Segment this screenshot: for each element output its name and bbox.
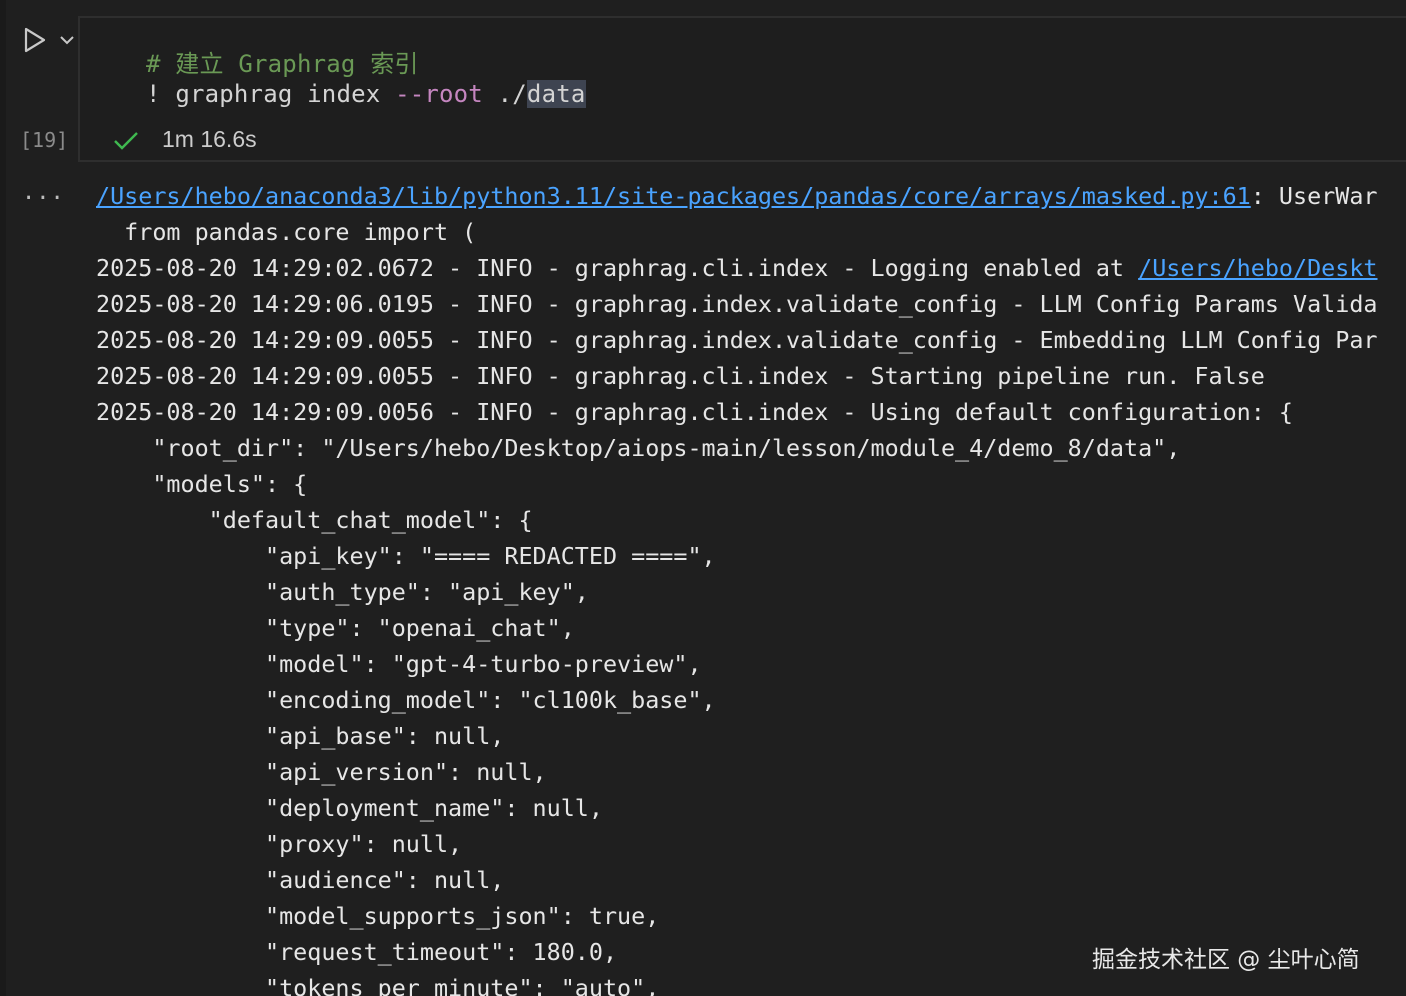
output-line: "encoding_model": "cl100k_base", bbox=[96, 686, 716, 714]
cell-output: /Users/hebo/anaconda3/lib/python3.11/sit… bbox=[96, 182, 1406, 996]
command-flag: --root bbox=[395, 80, 483, 108]
code-line-comment: # 建立 Graphrag 索引 bbox=[146, 44, 419, 79]
chevron-down-icon bbox=[60, 36, 74, 45]
code-line-command: ! graphrag index --root ./data bbox=[146, 80, 586, 108]
output-line: "default_chat_model": { bbox=[96, 506, 533, 534]
output-line: "model_supports_json": true, bbox=[96, 902, 660, 930]
output-line: 2025-08-20 14:29:09.0055 - INFO - graphr… bbox=[96, 362, 1265, 390]
output-line: 2025-08-20 14:29:09.0055 - INFO - graphr… bbox=[96, 326, 1378, 354]
output-line-warning: /Users/hebo/anaconda3/lib/python3.11/sit… bbox=[96, 182, 1378, 210]
output-line: "api_key": "==== REDACTED ====", bbox=[96, 542, 716, 570]
output-line: "type": "openai_chat", bbox=[96, 614, 575, 642]
output-more-actions-button[interactable]: ··· bbox=[22, 186, 65, 211]
code-editor[interactable]: # 建立 Graphrag 索引 ! graphrag index --root… bbox=[78, 16, 1406, 162]
watermark: 掘金技术社区 @ 尘叶心简 bbox=[1092, 947, 1360, 973]
output-line: "model": "gpt-4-turbo-preview", bbox=[96, 650, 702, 678]
code-comment: # 建立 Graphrag 索引 bbox=[146, 50, 419, 78]
execution-count: [19] bbox=[20, 128, 69, 152]
warning-text: : UserWar bbox=[1250, 182, 1378, 210]
selected-text: data bbox=[526, 80, 586, 108]
output-line: "auth_type": "api_key", bbox=[96, 578, 589, 606]
output-line-text: 2025-08-20 14:29:02.0672 - INFO - graphr… bbox=[96, 254, 1139, 282]
output-line: "proxy": null, bbox=[96, 830, 463, 858]
output-line: from pandas.core import ( bbox=[96, 218, 477, 246]
check-icon bbox=[112, 128, 140, 154]
play-icon bbox=[24, 27, 46, 53]
run-cell-button[interactable] bbox=[22, 26, 48, 54]
output-line: "request_timeout": 180.0, bbox=[96, 938, 618, 966]
output-line: "tokens_per_minute": "auto", bbox=[96, 974, 660, 996]
output-line: "models": { bbox=[96, 470, 308, 498]
run-options-button[interactable] bbox=[58, 32, 76, 46]
output-line-logging: 2025-08-20 14:29:02.0672 - INFO - graphr… bbox=[96, 254, 1378, 282]
output-line: "audience": null, bbox=[96, 866, 505, 894]
output-line: "api_version": null, bbox=[96, 758, 547, 786]
shell-bang: ! bbox=[146, 80, 176, 108]
output-line: "api_base": null, bbox=[96, 722, 505, 750]
command-arg-prefix: ./ bbox=[482, 80, 527, 108]
output-line: "deployment_name": null, bbox=[96, 794, 603, 822]
shell-command: graphrag index bbox=[175, 80, 396, 108]
output-line: 2025-08-20 14:29:06.0195 - INFO - graphr… bbox=[96, 290, 1378, 318]
output-line: "root_dir": "/Users/hebo/Desktop/aiops-m… bbox=[96, 434, 1181, 462]
warning-source-link[interactable]: /Users/hebo/anaconda3/lib/python3.11/sit… bbox=[96, 182, 1251, 210]
output-line: 2025-08-20 14:29:09.0056 - INFO - graphr… bbox=[96, 398, 1293, 426]
logging-path-link[interactable]: /Users/hebo/Deskt bbox=[1138, 254, 1377, 282]
execution-duration: 1m 16.6s bbox=[162, 126, 257, 152]
